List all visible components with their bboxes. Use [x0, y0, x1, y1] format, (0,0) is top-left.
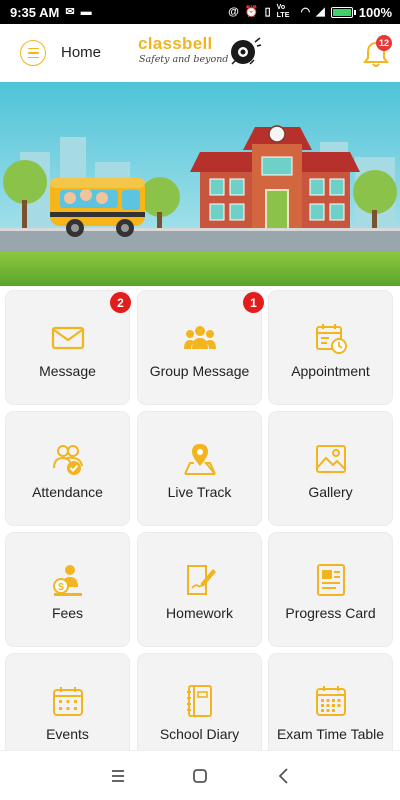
- tile-label: Progress Card: [285, 605, 376, 621]
- recent-apps-icon[interactable]: [106, 765, 130, 787]
- classbell-logo: classbell Safety and beyond: [138, 34, 268, 74]
- group-icon: [183, 326, 216, 349]
- home-icon[interactable]: [188, 765, 212, 787]
- tile-label: Homework: [166, 605, 233, 621]
- tile-label: School Diary: [159, 726, 240, 742]
- app-header: Home classbell Safety and beyond 12: [0, 24, 400, 82]
- unread-badge: 1: [243, 292, 264, 313]
- tile-label: Exam Time Table: [276, 726, 385, 742]
- unread-badge: 2: [110, 292, 131, 313]
- notifications-button[interactable]: 12: [362, 35, 392, 71]
- homework-tile[interactable]: Homework: [137, 532, 262, 647]
- volte-label: Vo LTE: [276, 4, 290, 19]
- events-tile[interactable]: Events: [5, 653, 130, 750]
- map-pin-icon: [183, 444, 216, 475]
- exam-time-table-tile[interactable]: Exam Time Table: [268, 653, 393, 750]
- school-diary-tile[interactable]: School Diary: [137, 653, 262, 750]
- notification-count-badge: 12: [376, 35, 392, 51]
- alarm-icon: ⏰: [244, 5, 259, 18]
- gallery-tile[interactable]: Gallery: [268, 411, 393, 526]
- calendar-clock-icon: [315, 324, 347, 354]
- image-icon: [315, 445, 346, 473]
- svg-text:$: $: [58, 582, 64, 593]
- tile-label: Gallery: [308, 484, 353, 500]
- tile-label: Attendance: [32, 484, 103, 500]
- clock: 9:35 AM: [10, 4, 60, 20]
- gmail-icon: ✉: [65, 5, 75, 18]
- report-card-icon: [316, 564, 345, 596]
- tile-label: Appointment: [291, 363, 370, 379]
- at-icon: @: [228, 5, 239, 18]
- battery-level: 100%: [358, 4, 392, 20]
- timetable-icon: [315, 686, 346, 716]
- hamburger-menu-button[interactable]: [20, 40, 46, 66]
- envelope-icon: [51, 326, 84, 350]
- back-icon[interactable]: [272, 765, 296, 787]
- page-title: Home: [61, 44, 102, 61]
- battery-icon: [330, 6, 356, 18]
- fees-tile[interactable]: $ Fees: [5, 532, 130, 647]
- tile-label: Group Message: [149, 363, 250, 379]
- logo-tagline: Safety and beyond: [139, 54, 229, 65]
- tile-label: Message: [39, 363, 96, 379]
- diary-icon: [186, 685, 212, 717]
- system-navigation-bar: [0, 750, 400, 800]
- logo-text: classbell: [138, 34, 213, 53]
- appointment-tile[interactable]: Appointment: [268, 290, 393, 405]
- chat-icon: ▬: [80, 5, 92, 18]
- progress-card-tile[interactable]: Progress Card: [268, 532, 393, 647]
- feature-grid: Message 2 Group Message 1 Appointment At…: [0, 286, 400, 750]
- school-banner-illustration: [0, 82, 400, 286]
- vibrate-icon: ▯: [264, 5, 271, 18]
- fees-icon: $: [52, 565, 82, 596]
- attendance-icon: [52, 445, 83, 475]
- group-message-tile[interactable]: Group Message 1: [137, 290, 264, 405]
- tile-label: Fees: [51, 605, 84, 621]
- school-bell-icon: [231, 37, 262, 65]
- tile-label: Events: [46, 726, 89, 742]
- homework-icon: [186, 565, 216, 595]
- message-tile[interactable]: Message 2: [5, 290, 131, 405]
- tile-label: Live Track: [167, 484, 232, 500]
- attendance-tile[interactable]: Attendance: [5, 411, 130, 526]
- calendar-icon: [52, 687, 83, 716]
- wifi-icon: ◠: [300, 5, 311, 18]
- status-bar: 9:35 AM ✉ ▬ @ ⏰ ▯ Vo LTE ◠ ◢ 100%: [0, 0, 400, 24]
- signal-icon: ◢: [316, 5, 325, 18]
- live-track-tile[interactable]: Live Track: [137, 411, 262, 526]
